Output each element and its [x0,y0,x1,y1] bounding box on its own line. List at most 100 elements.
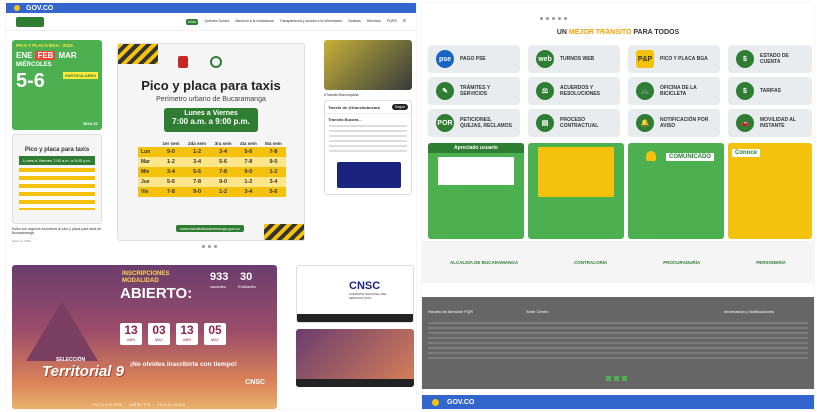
promo-peticiones[interactable] [528,143,624,239]
row-day: Vie [141,189,149,195]
partner-logo[interactable]: PROCURADURÍA [663,260,700,265]
cnsc-video-player[interactable]: CNSC COMISIÓN NACIONAL DEL SERVICIO CIVI… [296,265,414,323]
small-banner-table [19,168,95,210]
pico-placa-particulares-banner[interactable]: PICO Y PLACA BGA - 2023 ENE FEB MAR MIÉR… [12,40,102,130]
nav-item-1[interactable]: Quiénes Somos [204,19,229,25]
row-cell: 1-2 [269,169,278,175]
row-day: Mie [141,169,150,175]
bottom-slogan: INCLUSIÓN · MÉRITO · IGUALDAD [92,402,186,407]
table-col-header: 3ra sem [214,141,232,146]
service-tile-4[interactable]: ✎ TRÁMITES Y SERVICIOS [428,77,520,105]
promo4-title: Conoce [732,149,761,157]
twitter-follow-button[interactable]: Seguir [391,104,408,110]
partner-logo[interactable]: ALCALDÍA DE BUCARAMANGA [450,260,518,265]
twitter-widget[interactable]: Tweets de @transitobucara Seguir Tránsit… [324,100,412,195]
partner-logo[interactable]: CONTRALORÍA [574,260,607,265]
promo-conoce[interactable]: Conoce [728,143,812,239]
schedule-line-2: 7:00 a.m. a 9:00 p.m. [172,117,250,126]
service-tile-2[interactable]: P&P PICO Y PLACA BGA [628,45,720,73]
date-number: 05 [208,323,222,337]
service-icon: web [536,50,554,68]
nav-item-6[interactable]: PQRS [387,19,397,25]
site-footer: Horario de Atención PQR Sede Centro Info… [422,297,814,389]
table-col-header: 5ta sem [265,141,282,146]
service-label: MOVILIDAD AL INSTANTE [760,117,796,129]
row-cell: 5-6 [193,169,202,175]
table-row: Mar 1-2 3-4 5-6 7-8 9-0 [138,157,286,167]
service-tile-6[interactable]: 🚲 OFICINA DE LA BICICLETA [628,77,720,105]
video-controls-2[interactable] [296,379,414,387]
service-tile-10[interactable]: 🔔 NOTIFICACIÓN POR AVISO [628,109,720,137]
taxi-caption[interactable]: Estos son algunos incentivos al pico y p… [12,227,102,235]
service-tile-7[interactable]: $ TARIFAS [728,77,812,105]
cnsc-title-1: INSCRIPCIONES [122,271,170,277]
row-day: Lun [141,149,151,155]
banner-title: PICO Y PLACA BGA - 2023 [16,43,73,48]
cnsc-video-player-2[interactable] [296,329,414,387]
service-tile-8[interactable]: POR PETICIONES, QUEJAS, RECLAMOS [428,109,520,137]
service-tile-11[interactable]: 🚗 MOVILIDAD AL INSTANTE [728,109,812,137]
service-label: PAGO PSE [460,56,486,62]
row-cell: 9-0 [193,189,202,195]
row-cell: 9-0 [269,159,278,165]
service-icon: $ [736,50,754,68]
carousel-dots[interactable] [202,245,217,248]
taxi-date: Enero 2, 2023 [12,239,31,243]
table-corner [138,140,158,147]
row-cell: 1-2 [166,159,175,165]
schedule-box: Lunes a Viernes 7:00 a.m. a 9:00 p.m. [164,108,258,132]
tweet-account[interactable]: Tránsito Bucara... [325,114,411,125]
row-cell: 7-8 [269,149,278,155]
row-cell: 5-6 [166,179,175,185]
service-label: PICO Y PLACA BGA [660,56,708,62]
nav-item-0[interactable]: Inicio [186,18,199,25]
twitter-icon[interactable] [614,376,619,381]
photo-caption[interactable]: #TransitoTeacompaña [324,93,359,97]
site-logo[interactable] [16,16,44,27]
video-controls[interactable] [297,314,413,322]
cnsc-banner[interactable]: INSCRIPCIONES MODALIDAD ABIERTO: 933 vac… [12,265,277,409]
row-cell: 3-4 [193,159,202,165]
service-tile-9[interactable]: ▤ PROCESO CONTRACTUAL [528,109,620,137]
partner-logo[interactable]: PERSONERÍA [756,260,786,265]
promo3-title: COMUNICADO [666,153,714,161]
service-label: OFICINA DE LA BICICLETA [660,85,697,97]
instagram-icon[interactable] [622,376,627,381]
service-tile-3[interactable]: $ ESTADO DE CUENTA [728,45,812,73]
partner-logos: ALCALDÍA DE BUCARAMANGA CONTRALORÍA PROCUR… [422,241,814,283]
footer-text-block [428,319,808,359]
promo-comunicado[interactable]: COMUNICADO [628,143,724,239]
cnsc-video-subtitle: COMISIÓN NACIONAL DEL SERVICIO CIVIL [349,292,387,300]
taxi-small-banner[interactable]: Pico y placa para taxis Lunes a Viernes … [12,134,102,224]
row-cell: 9-0 [244,169,253,175]
bell-icon [646,151,656,161]
nav-item-5[interactable]: Servicios [367,19,381,25]
entidades-label: Entidades [238,284,256,289]
top-carousel-dots[interactable] [540,17,567,20]
row-cell: 7-8 [166,189,175,195]
pico-placa-taxis-main-banner[interactable]: Pico y placa para taxis Perímetro urbano… [117,43,305,241]
left-screen: GOV.CO Inicio Quiénes Somos Atención a la … [6,3,416,409]
service-tile-5[interactable]: ⚖ ACUERDOS Y RESOLUCIONES [528,77,620,105]
gov-logo[interactable]: GOV.CO [26,5,53,12]
nav-item-3[interactable]: Transparencia y acceso a la información [280,19,343,25]
tweet-image[interactable] [337,162,401,188]
service-tile-1[interactable]: web TURNOS WEB [528,45,620,73]
entidades-number: 30 [240,271,253,283]
date-box: 13 ABR [176,323,198,345]
gov-bottom-logo[interactable]: GOV.CO [447,399,474,406]
nav-item-4[interactable]: Noticias [348,19,360,25]
service-tile-0[interactable]: pse PAGO PSE [428,45,520,73]
yellow-stripe-bottom [264,224,304,240]
row-cell: 3-4 [244,189,253,195]
service-icon: 🚲 [636,82,654,100]
nav-item-2[interactable]: Atención a la ciudadanía [235,19,273,25]
service-label: ACUERDOS Y RESOLUCIONES [560,85,601,97]
promo-apreciado-usuario[interactable]: Apreciado usuario [428,143,524,239]
service-label: TARIFAS [760,88,782,94]
taxi-photo[interactable] [324,40,412,90]
table-col-header: 4ta sem [239,141,257,146]
small-banner-title: Pico y placa para taxis [24,147,90,153]
facebook-icon[interactable] [606,376,611,381]
nav-item-7[interactable]: ☰ [403,19,406,25]
